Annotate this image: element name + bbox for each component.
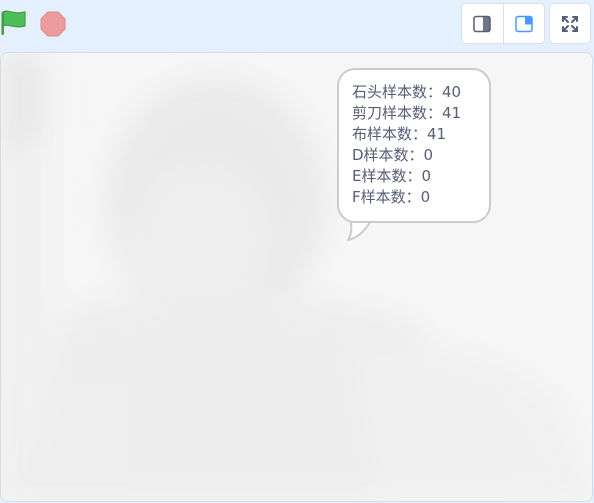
stop-button[interactable] [40,11,66,37]
bubble-line-paper-samples: 布样本数：41 [352,125,447,143]
green-flag-button[interactable] [0,9,28,37]
large-stage-icon [515,15,533,32]
bubble-line-rock-samples: 石头样本数：40 [352,83,462,101]
stage-header [0,0,594,50]
large-stage-button[interactable] [502,4,545,43]
fullscreen-icon [562,15,578,32]
fullscreen-button[interactable] [549,3,591,44]
speech-bubble: 石头样本数：40 剪刀样本数：41 布样本数：41 D样本数：0 E样本数：0 … [337,68,491,223]
bubble-line-e-samples: E样本数：0 [352,167,432,185]
small-stage-button[interactable] [462,4,503,43]
bubble-line-d-samples: D样本数：0 [352,146,434,164]
small-stage-icon [473,15,491,32]
stop-icon [40,11,66,37]
scratch-stage-window: 石头样本数：40 剪刀样本数：41 布样本数：41 D样本数：0 E样本数：0 … [0,0,594,503]
green-flag-icon [1,10,26,35]
webcam-video-feed [1,53,592,501]
stage-canvas[interactable] [0,52,593,502]
bubble-line-scissors-samples: 剪刀样本数：41 [352,104,462,122]
bubble-line-f-samples: F样本数：0 [352,188,431,206]
stage-size-toggle [461,3,545,44]
